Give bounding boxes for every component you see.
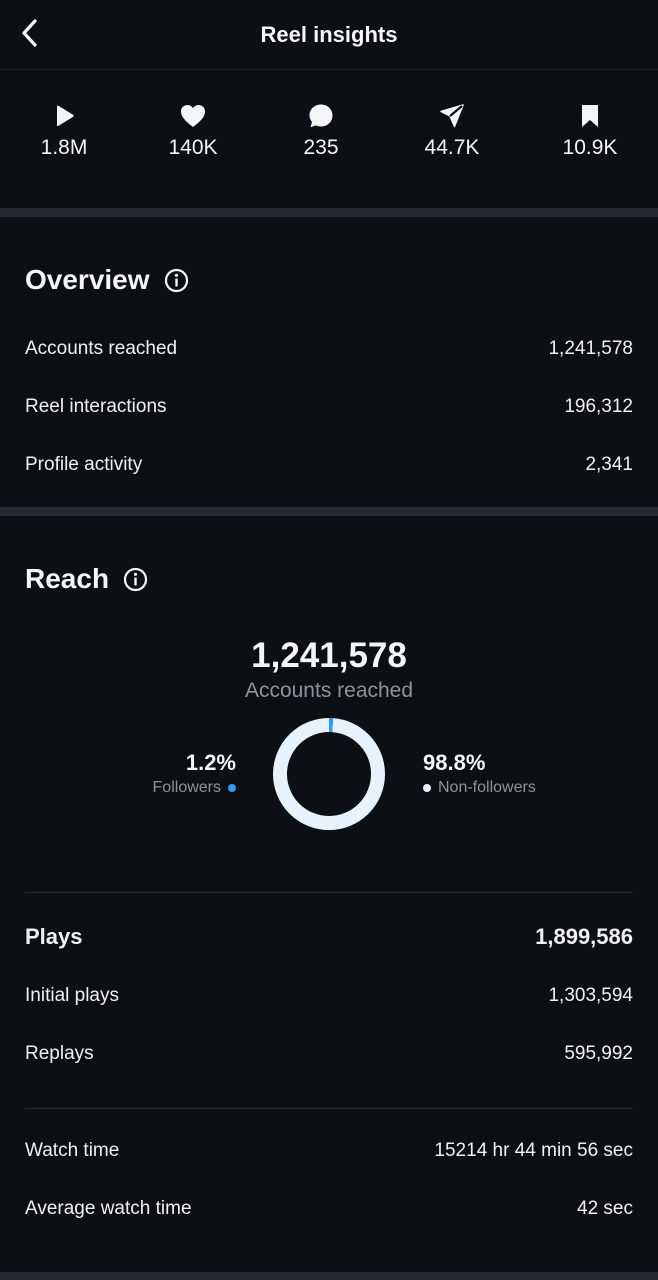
info-icon[interactable] xyxy=(123,567,148,592)
overview-row-accounts-reached[interactable]: Accounts reached 1,241,578 xyxy=(25,338,633,360)
overview-heading: Overview xyxy=(25,264,150,295)
stat-value: 1.8M xyxy=(40,136,88,159)
row-label: Watch time xyxy=(25,1140,120,1161)
plays-row-replays[interactable]: Replays 595,992 xyxy=(25,1043,633,1065)
plays-row-initial[interactable]: Initial plays 1,303,594 xyxy=(25,985,633,1007)
share-icon xyxy=(392,102,512,130)
comment-icon xyxy=(261,102,381,130)
top-bar: Reel insights xyxy=(0,0,658,70)
stat-value: 44.7K xyxy=(424,136,480,159)
row-value: 1,899,586 xyxy=(535,924,633,949)
followers-label: Followers xyxy=(152,779,221,796)
stat-saves[interactable]: 10.9K xyxy=(530,102,650,160)
stat-likes[interactable]: 140K xyxy=(133,102,253,160)
row-value: 2,341 xyxy=(585,454,633,475)
followers-dot xyxy=(228,784,236,792)
reach-title: Reach xyxy=(25,563,148,595)
reach-donut-chart xyxy=(273,718,385,830)
section-divider xyxy=(0,1272,658,1280)
row-label: Accounts reached xyxy=(25,338,178,359)
non-followers-dot xyxy=(423,784,431,792)
overview-row-profile-activity[interactable]: Profile activity 2,341 xyxy=(25,454,633,476)
row-label: Plays xyxy=(25,924,83,949)
play-icon xyxy=(4,102,124,130)
non-followers-label-row: Non-followers xyxy=(423,779,536,797)
row-value: 42 sec xyxy=(577,1198,633,1219)
watch-row-average[interactable]: Average watch time 42 sec xyxy=(25,1198,633,1220)
non-followers-percent: 98.8% xyxy=(423,750,486,775)
row-label: Profile activity xyxy=(25,454,143,475)
non-followers-arc xyxy=(273,718,385,830)
divider-line xyxy=(25,892,633,893)
bookmark-icon xyxy=(530,102,650,130)
divider-line xyxy=(25,1108,633,1109)
row-label: Initial plays xyxy=(25,985,119,1006)
stat-plays[interactable]: 1.8M xyxy=(4,102,124,160)
row-value: 1,241,578 xyxy=(548,338,633,359)
stat-comments[interactable]: 235 xyxy=(261,102,381,160)
plays-total-row[interactable]: Plays 1,899,586 xyxy=(25,924,633,950)
non-followers-label: Non-followers xyxy=(438,779,536,796)
overview-title: Overview xyxy=(25,264,189,296)
followers-percent: 1.2% xyxy=(185,750,236,775)
row-label: Average watch time xyxy=(25,1198,192,1219)
page-title: Reel insights xyxy=(260,22,398,47)
watch-row-total[interactable]: Watch time 15214 hr 44 min 56 sec xyxy=(25,1140,633,1162)
info-icon[interactable] xyxy=(164,268,189,293)
stat-value: 235 xyxy=(303,136,339,159)
reach-heading: Reach xyxy=(25,563,110,594)
section-divider xyxy=(0,507,658,516)
row-label: Reel interactions xyxy=(25,396,167,417)
row-label: Replays xyxy=(25,1043,94,1064)
engagement-stats: 1.8M 140K 235 44.7K 10.9K xyxy=(0,70,658,208)
row-value: 15214 hr 44 min 56 sec xyxy=(434,1140,633,1161)
heart-icon xyxy=(133,102,253,130)
followers-label-row: Followers xyxy=(153,779,236,797)
overview-row-reel-interactions[interactable]: Reel interactions 196,312 xyxy=(25,396,633,418)
row-value: 595,992 xyxy=(564,1043,633,1064)
row-value: 1,303,594 xyxy=(548,985,633,1006)
reach-total-label: Accounts reached xyxy=(244,679,414,702)
stat-shares[interactable]: 44.7K xyxy=(392,102,512,160)
stat-value: 10.9K xyxy=(562,136,618,159)
section-divider xyxy=(0,208,658,217)
followers-legend: 1.2% Followers xyxy=(153,750,236,797)
non-followers-legend: 98.8% Non-followers xyxy=(423,750,536,797)
stat-value: 140K xyxy=(168,136,218,159)
reach-total: 1,241,578 xyxy=(251,636,407,675)
row-value: 196,312 xyxy=(564,396,633,417)
